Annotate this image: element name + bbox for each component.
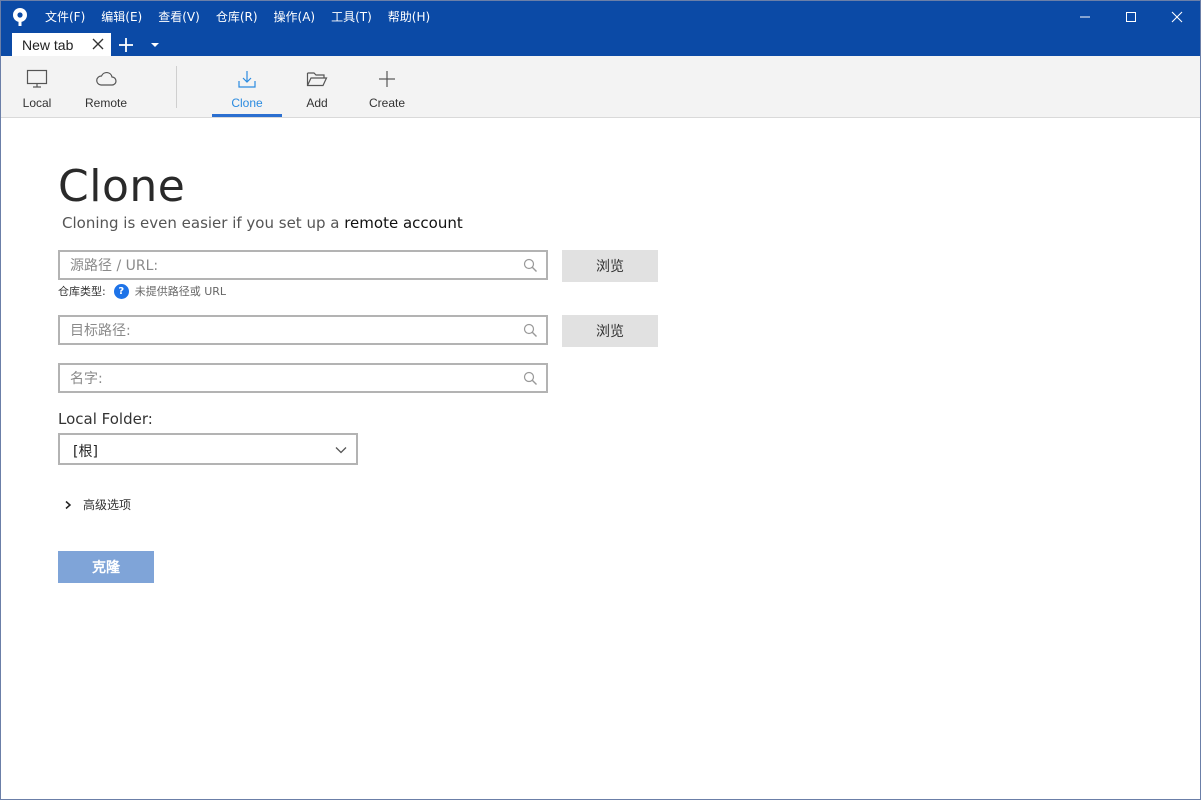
local-folder-label: Local Folder: — [58, 410, 153, 428]
toolbar: Local Remote Clone Add Create — [1, 56, 1200, 118]
source-url-input[interactable] — [70, 256, 510, 276]
advanced-options-toggle[interactable]: 高级选项 — [63, 496, 131, 513]
advanced-options-label: 高级选项 — [83, 498, 132, 512]
destination-path-field — [58, 315, 548, 345]
search-icon — [523, 323, 537, 337]
close-button[interactable] — [1154, 1, 1200, 33]
title-bar: 文件(F) 编辑(E) 查看(V) 仓库(R) 操作(A) 工具(T) 帮助(H… — [1, 1, 1200, 56]
toolbar-local[interactable]: Local — [19, 56, 55, 117]
toolbar-remote[interactable]: Remote — [81, 56, 131, 117]
name-input[interactable] — [70, 369, 510, 389]
page-title: Clone — [58, 161, 186, 212]
maximize-button[interactable] — [1108, 1, 1154, 33]
toolbar-local-label: Local — [22, 96, 52, 110]
tab-close-icon[interactable] — [91, 37, 105, 51]
tab-dropdown-icon[interactable] — [149, 39, 161, 51]
repo-type-value: 未提供路径或 URL — [134, 285, 227, 298]
folder-open-icon — [306, 72, 328, 87]
search-icon — [523, 371, 537, 385]
toolbar-create[interactable]: Create — [365, 56, 409, 117]
menu-file[interactable]: 文件(F) — [37, 1, 93, 33]
toolbar-remote-label: Remote — [84, 96, 128, 110]
minimize-button[interactable] — [1062, 1, 1108, 33]
source-url-field — [58, 250, 548, 280]
question-icon: ? — [113, 283, 129, 299]
minimize-icon — [1080, 16, 1090, 18]
toolbar-create-label: Create — [368, 96, 406, 110]
page-subtitle: Cloning is even easier if you set up a r… — [62, 214, 463, 232]
menu-bar: 文件(F) 编辑(E) 查看(V) 仓库(R) 操作(A) 工具(T) 帮助(H… — [37, 1, 438, 33]
browse-destination-button[interactable]: 浏览 — [562, 315, 658, 347]
cloud-icon — [96, 71, 117, 86]
browse-source-button[interactable]: 浏览 — [562, 250, 658, 282]
active-tab-indicator — [212, 114, 282, 117]
toolbar-clone-label: Clone — [231, 96, 263, 110]
sourcetree-logo-icon — [13, 8, 27, 26]
menu-repository[interactable]: 仓库(R) — [208, 1, 266, 33]
window-controls — [1062, 1, 1200, 33]
menu-help[interactable]: 帮助(H) — [380, 1, 438, 33]
repo-type-row: 仓库类型: ? 未提供路径或 URL — [58, 283, 226, 299]
repo-type-label: 仓库类型: — [58, 285, 106, 298]
chevron-down-icon — [335, 447, 347, 454]
remote-account-link[interactable]: remote account — [344, 214, 463, 232]
local-folder-value: [根] — [73, 444, 98, 460]
chevron-right-icon — [65, 500, 72, 509]
add-tab-icon[interactable] — [117, 36, 135, 54]
local-folder-select[interactable]: [根] — [58, 433, 358, 465]
monitor-icon — [26, 69, 48, 88]
close-icon — [1171, 11, 1183, 23]
menu-view[interactable]: 查看(V) — [150, 1, 208, 33]
menu-edit[interactable]: 编辑(E) — [93, 1, 150, 33]
toolbar-add-label: Add — [306, 96, 328, 110]
download-icon — [238, 71, 256, 88]
name-field — [58, 363, 548, 393]
clone-button[interactable]: 克隆 — [58, 551, 154, 583]
destination-path-input[interactable] — [70, 321, 510, 341]
tab-new-tab[interactable]: New tab — [12, 33, 111, 56]
app-window: 文件(F) 编辑(E) 查看(V) 仓库(R) 操作(A) 工具(T) 帮助(H… — [0, 0, 1201, 800]
maximize-icon — [1126, 12, 1136, 22]
subtitle-text: Cloning is even easier if you set up a — [62, 214, 345, 232]
search-icon — [523, 258, 537, 272]
menu-actions[interactable]: 操作(A) — [266, 1, 324, 33]
toolbar-clone[interactable]: Clone — [227, 56, 267, 117]
tab-label: New tab — [22, 36, 74, 53]
menu-tools[interactable]: 工具(T) — [323, 1, 380, 33]
toolbar-separator — [176, 66, 177, 108]
toolbar-add[interactable]: Add — [299, 56, 335, 117]
plus-icon — [379, 71, 395, 87]
